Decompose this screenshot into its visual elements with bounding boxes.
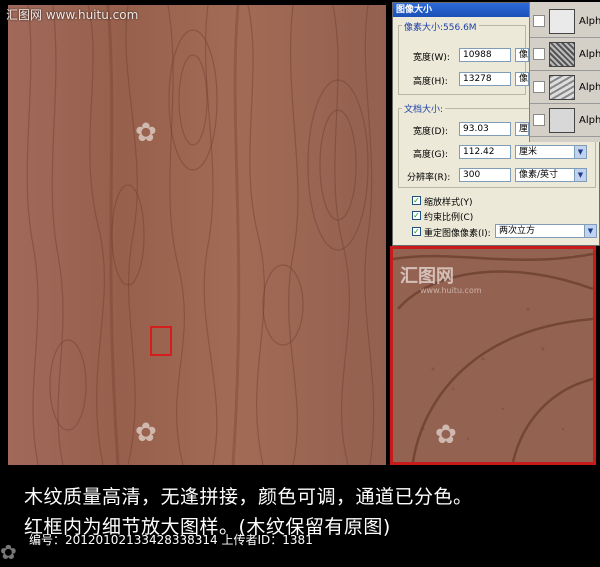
doc-width-label: 宽度(D): bbox=[413, 127, 448, 137]
pixel-width-unit[interactable]: 像素 bbox=[515, 48, 529, 62]
channel-row[interactable]: Alph bbox=[530, 72, 600, 104]
zoom-watermark-icon: ✿ bbox=[435, 420, 457, 450]
channel-row[interactable]: Alph bbox=[530, 105, 600, 137]
channel-thumbnail bbox=[549, 9, 575, 34]
chevron-down-icon[interactable]: ▼ bbox=[584, 225, 596, 237]
visibility-toggle-icon[interactable] bbox=[533, 15, 545, 27]
constrain-proportions-checkbox[interactable]: ✓ bbox=[412, 211, 421, 220]
pixel-height-field[interactable]: 13278 bbox=[459, 72, 511, 86]
pixel-width-field[interactable]: 10988 bbox=[459, 48, 511, 62]
corner-logo-icon: ✿ bbox=[0, 540, 17, 564]
dialog-title: 图像大小 bbox=[393, 3, 530, 17]
channel-name: Alph bbox=[579, 49, 600, 60]
channel-name: Alph bbox=[579, 16, 600, 27]
channel-thumbnail bbox=[549, 108, 575, 133]
watermark-logo-icon: ✿ bbox=[135, 118, 157, 148]
doc-width-unit[interactable]: 厘米 bbox=[515, 122, 529, 136]
scale-styles-checkbox[interactable]: ✓ bbox=[412, 196, 421, 205]
resample-method-select[interactable]: 两次立方 ▼ bbox=[495, 224, 597, 238]
pixel-size-label: 像素大小:556.6M bbox=[402, 20, 479, 33]
resample-label: 重定图像像素(I): bbox=[424, 229, 491, 239]
channel-row[interactable]: Alph bbox=[530, 6, 600, 38]
chevron-down-icon[interactable]: ▼ bbox=[574, 169, 586, 181]
visibility-toggle-icon[interactable] bbox=[533, 81, 545, 93]
scale-styles-label: 缩放样式(Y) bbox=[424, 198, 473, 208]
pixel-height-unit[interactable]: 像素 bbox=[515, 72, 529, 86]
channel-thumbnail bbox=[549, 75, 575, 100]
channel-name: Alph bbox=[579, 82, 600, 93]
doc-height-unit-value: 厘米 bbox=[519, 147, 538, 157]
resolution-label: 分辨率(R): bbox=[407, 173, 451, 183]
zoom-watermark-logo: 汇图网 bbox=[400, 266, 454, 287]
doc-size-label: 文档大小: bbox=[402, 102, 446, 115]
upload-id-line: 编号：20120102133428338314 上传者ID：1381 bbox=[29, 533, 313, 547]
channel-name: Alph bbox=[579, 115, 600, 126]
watermark-logo-icon: ✿ bbox=[135, 418, 157, 448]
resolution-unit-select[interactable]: 像素/英寸 ▼ bbox=[515, 168, 587, 182]
zoom-watermark-url: www.huitu.com bbox=[420, 286, 482, 295]
visibility-toggle-icon[interactable] bbox=[533, 48, 545, 60]
pixel-height-label: 高度(H): bbox=[413, 77, 448, 87]
resolution-unit-value: 像素/英寸 bbox=[519, 170, 559, 180]
site-watermark: 汇图网 www.huitu.com bbox=[6, 8, 139, 22]
resample-checkbox[interactable]: ✓ bbox=[412, 227, 421, 236]
constrain-proportions-label: 约束比例(C) bbox=[424, 213, 474, 223]
doc-width-field[interactable]: 93.03 bbox=[459, 122, 511, 136]
channel-row[interactable]: Alph bbox=[530, 39, 600, 71]
chevron-down-icon[interactable]: ▼ bbox=[574, 146, 586, 158]
channels-panel: Alph Alph Alph Alph bbox=[529, 2, 600, 142]
pixel-width-label: 宽度(W): bbox=[413, 53, 450, 63]
doc-height-field[interactable]: 112.42 bbox=[459, 145, 511, 159]
channel-thumbnail bbox=[549, 42, 575, 67]
visibility-toggle-icon[interactable] bbox=[533, 114, 545, 126]
doc-height-unit-select[interactable]: 厘米 ▼ bbox=[515, 145, 587, 159]
resample-method-value: 两次立方 bbox=[499, 226, 536, 236]
detail-selection-frame bbox=[150, 326, 172, 356]
resolution-field[interactable]: 300 bbox=[459, 168, 511, 182]
doc-height-label: 高度(G): bbox=[413, 150, 449, 160]
caption-line-1: 木纹质量高清，无逢拼接，颜色可调，通道已分色。 bbox=[24, 486, 473, 508]
wood-texture-image bbox=[8, 5, 386, 465]
